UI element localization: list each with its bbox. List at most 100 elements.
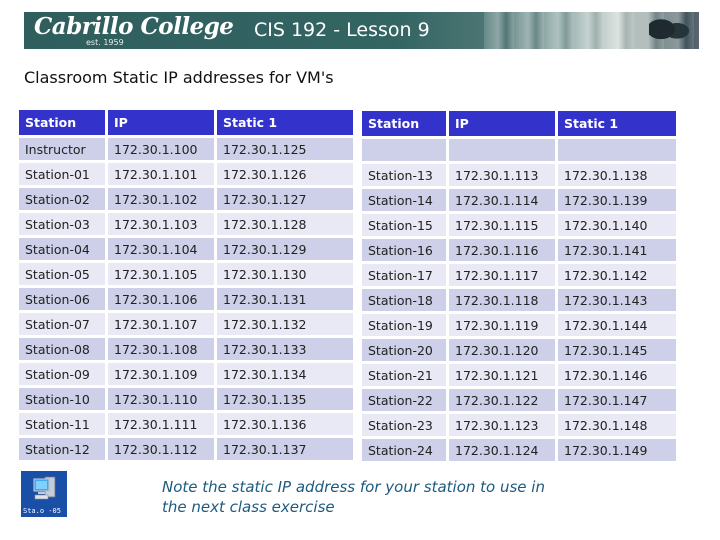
column-header-ip: IP	[449, 111, 555, 136]
ip-cell: 172.30.1.102	[108, 188, 214, 210]
table-row: Station-23 172.30.1.123 172.30.1.148	[362, 414, 676, 436]
static-ip-cell: 172.30.1.134	[217, 363, 353, 385]
station-cell: Station-16	[362, 239, 446, 261]
station-cell: Station-13	[362, 164, 446, 186]
instruction-note: Note the static IP address for your stat…	[162, 478, 545, 516]
ip-cell: 172.30.1.101	[108, 163, 214, 185]
column-header-station: Station	[362, 111, 446, 136]
banner-people-image	[649, 16, 689, 49]
station-cell: Station-07	[19, 313, 105, 335]
static-ip-cell: 172.30.1.141	[558, 239, 676, 261]
ip-table-left: Station IP Static 1 Instructor 172.30.1.1…	[16, 107, 356, 463]
static-ip-cell: 172.30.1.133	[217, 338, 353, 360]
table-row: Station-08 172.30.1.108 172.30.1.133	[19, 338, 353, 360]
logo-established: est. 1959	[86, 38, 124, 47]
table-row: Station-21 172.30.1.121 172.30.1.146	[362, 364, 676, 386]
column-header-station: Station	[19, 110, 105, 135]
static-ip-cell: 172.30.1.128	[217, 213, 353, 235]
table-row: Station-12 172.30.1.112 172.30.1.137	[19, 438, 353, 460]
header-banner: Cabrillo College est. 1959 CIS 192 - Les…	[24, 12, 699, 49]
table-row: Station-24 172.30.1.124 172.30.1.149	[362, 439, 676, 461]
table-row: Station-10 172.30.1.110 172.30.1.135	[19, 388, 353, 410]
station-desktop-shortcut[interactable]: Sta.o -05	[21, 471, 67, 517]
static-ip-cell: 172.30.1.137	[217, 438, 353, 460]
static-ip-cell: 172.30.1.139	[558, 189, 676, 211]
static-ip-cell: 172.30.1.127	[217, 188, 353, 210]
ip-cell: 172.30.1.114	[449, 189, 555, 211]
ip-cell: 172.30.1.118	[449, 289, 555, 311]
station-cell: Station-22	[362, 389, 446, 411]
ip-table-right: Station IP Static 1 Station-13 172.30.1.1…	[359, 108, 679, 464]
static-ip-cell: 172.30.1.142	[558, 264, 676, 286]
ip-cell: 172.30.1.117	[449, 264, 555, 286]
ip-cell: 172.30.1.119	[449, 314, 555, 336]
station-cell: Station-11	[19, 413, 105, 435]
section-heading: Classroom Static IP addresses for VM's	[24, 68, 334, 87]
table-row	[362, 139, 676, 161]
station-cell: Station-15	[362, 214, 446, 236]
static-ip-cell: 172.30.1.125	[217, 138, 353, 160]
table-row: Station-22 172.30.1.122 172.30.1.147	[362, 389, 676, 411]
static-ip-cell: 172.30.1.131	[217, 288, 353, 310]
static-ip-cell: 172.30.1.132	[217, 313, 353, 335]
ip-cell: 172.30.1.124	[449, 439, 555, 461]
station-cell: Station-10	[19, 388, 105, 410]
station-cell: Station-20	[362, 339, 446, 361]
station-cell: Station-02	[19, 188, 105, 210]
table-row: Station-15 172.30.1.115 172.30.1.140	[362, 214, 676, 236]
table-row: Station-18 172.30.1.118 172.30.1.143	[362, 289, 676, 311]
ip-cell: 172.30.1.109	[108, 363, 214, 385]
static-ip-cell: 172.30.1.130	[217, 263, 353, 285]
computer-icon	[33, 476, 56, 500]
static-ip-cell: 172.30.1.135	[217, 388, 353, 410]
table-row: Instructor 172.30.1.100 172.30.1.125	[19, 138, 353, 160]
page-title: CIS 192 - Lesson 9	[254, 19, 430, 41]
station-cell: Station-09	[19, 363, 105, 385]
table-row: Station-01 172.30.1.101 172.30.1.126	[19, 163, 353, 185]
static-ip-cell: 172.30.1.144	[558, 314, 676, 336]
static-ip-cell: 172.30.1.145	[558, 339, 676, 361]
station-cell: Instructor	[19, 138, 105, 160]
static-ip-cell: 172.30.1.136	[217, 413, 353, 435]
table-header-row: Station IP Static 1	[362, 111, 676, 136]
ip-cell: 172.30.1.123	[449, 414, 555, 436]
table-row: Station-05 172.30.1.105 172.30.1.130	[19, 263, 353, 285]
station-cell: Station-05	[19, 263, 105, 285]
ip-cell: 172.30.1.106	[108, 288, 214, 310]
static-ip-cell	[558, 139, 676, 161]
table-header-row: Station IP Static 1	[19, 110, 353, 135]
table-row: Station-03 172.30.1.103 172.30.1.128	[19, 213, 353, 235]
station-cell: Station-21	[362, 364, 446, 386]
station-cell: Station-06	[19, 288, 105, 310]
static-ip-cell: 172.30.1.138	[558, 164, 676, 186]
ip-cell: 172.30.1.104	[108, 238, 214, 260]
table-row: Station-20 172.30.1.120 172.30.1.145	[362, 339, 676, 361]
table-row: Station-04 172.30.1.104 172.30.1.129	[19, 238, 353, 260]
column-header-static: Static 1	[217, 110, 353, 135]
static-ip-cell: 172.30.1.146	[558, 364, 676, 386]
station-cell: Station-18	[362, 289, 446, 311]
ip-cell: 172.30.1.112	[108, 438, 214, 460]
station-cell: Station-01	[19, 163, 105, 185]
ip-cell: 172.30.1.105	[108, 263, 214, 285]
station-cell: Station-17	[362, 264, 446, 286]
ip-cell: 172.30.1.111	[108, 413, 214, 435]
college-logo: Cabrillo College	[34, 13, 234, 40]
ip-cell: 172.30.1.103	[108, 213, 214, 235]
table-row: Station-13 172.30.1.113 172.30.1.138	[362, 164, 676, 186]
station-cell: Station-04	[19, 238, 105, 260]
table-row: Station-11 172.30.1.111 172.30.1.136	[19, 413, 353, 435]
station-cell	[362, 139, 446, 161]
column-header-ip: IP	[108, 110, 214, 135]
table-row: Station-19 172.30.1.119 172.30.1.144	[362, 314, 676, 336]
station-cell: Station-08	[19, 338, 105, 360]
table-row: Station-02 172.30.1.102 172.30.1.127	[19, 188, 353, 210]
desktop-shortcut-label: Sta.o -05	[23, 507, 61, 515]
ip-cell: 172.30.1.110	[108, 388, 214, 410]
static-ip-cell: 172.30.1.149	[558, 439, 676, 461]
ip-cell: 172.30.1.108	[108, 338, 214, 360]
table-row: Station-06 172.30.1.106 172.30.1.131	[19, 288, 353, 310]
station-cell: Station-03	[19, 213, 105, 235]
ip-cell: 172.30.1.120	[449, 339, 555, 361]
static-ip-cell: 172.30.1.143	[558, 289, 676, 311]
